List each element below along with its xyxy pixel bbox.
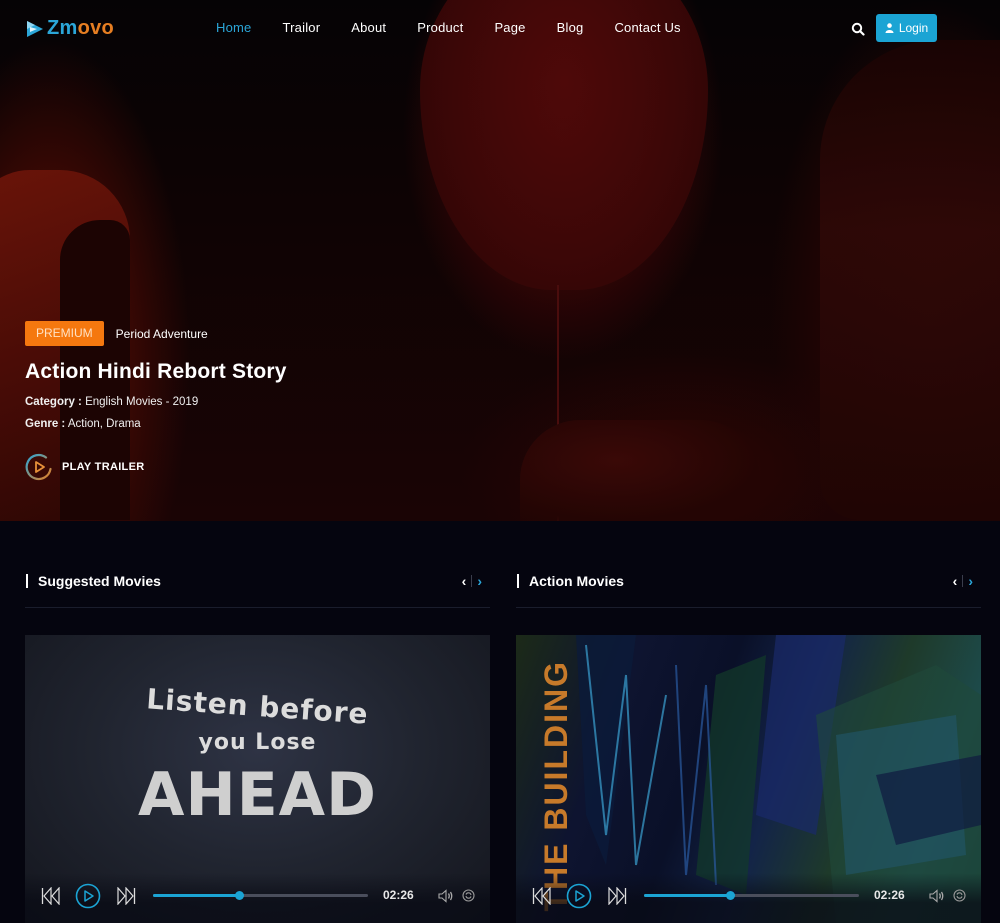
genre-value: Action, Drama	[67, 418, 141, 430]
logo[interactable]: Zmovo	[25, 17, 114, 40]
time-display: 02:26	[874, 888, 905, 902]
time-display: 02:26	[383, 888, 414, 902]
player-controls: 02:26	[516, 873, 981, 923]
thumbnail-text-line: you Lose	[198, 730, 317, 755]
play-trailer-label: PLAY TRAILER	[62, 461, 145, 473]
suggested-movies-section: Suggested Movies ‹ › Listen before you L…	[25, 560, 490, 923]
nav-page[interactable]: Page	[494, 20, 525, 35]
progress-bar[interactable]	[153, 891, 368, 900]
hero-face-image	[820, 40, 1000, 520]
video-player[interactable]: THE BUILDING 02:26	[516, 635, 981, 923]
play-logo-icon	[27, 20, 43, 37]
chevron-right-icon[interactable]: ›	[968, 573, 973, 589]
carousel-arrows: ‹ ›	[462, 573, 482, 589]
play-icon[interactable]	[75, 883, 101, 909]
arrow-divider	[471, 575, 473, 587]
hero-genre: Genre : Action, Drama	[25, 418, 287, 430]
login-label: Login	[898, 21, 929, 35]
nav-contact-us[interactable]: Contact Us	[614, 20, 680, 35]
play-icon[interactable]	[566, 883, 592, 909]
nav-product[interactable]: Product	[417, 20, 463, 35]
thumbnail-text-line: AHEAD	[138, 760, 377, 830]
site-header: Zmovo Home Trailor About Product Page Bl…	[0, 0, 1000, 58]
nav-trailor[interactable]: Trailor	[282, 20, 320, 35]
progress-fill	[153, 894, 239, 897]
section-header: Suggested Movies ‹ ›	[25, 560, 490, 608]
volume-icon[interactable]	[929, 889, 945, 903]
player-controls: 02:26	[25, 873, 490, 923]
settings-icon[interactable]	[462, 889, 475, 902]
logo-text-part2: ovo	[77, 17, 115, 39]
user-icon	[885, 23, 894, 33]
hero-content: PREMIUM Period Adventure Action Hindi Re…	[25, 321, 287, 481]
hero-category: Category : English Movies - 2019	[25, 396, 287, 408]
chevron-left-icon[interactable]: ‹	[462, 573, 467, 589]
nav-about[interactable]: About	[351, 20, 386, 35]
skip-forward-icon[interactable]	[607, 887, 627, 905]
play-trailer-button[interactable]: PLAY TRAILER	[25, 453, 287, 481]
main-nav: Home Trailor About Product Page Blog Con…	[216, 20, 712, 35]
nav-home[interactable]: Home	[216, 20, 251, 35]
skip-back-icon[interactable]	[532, 887, 552, 905]
settings-icon[interactable]	[953, 889, 966, 902]
hero-hand-image	[520, 420, 760, 521]
nav-blog[interactable]: Blog	[557, 20, 584, 35]
logo-text-part1: Zm	[47, 17, 78, 39]
progress-handle[interactable]	[726, 891, 735, 900]
skip-back-icon[interactable]	[41, 887, 61, 905]
progress-bar[interactable]	[644, 891, 859, 900]
volume-icon[interactable]	[438, 889, 454, 903]
search-icon[interactable]	[851, 22, 865, 36]
progress-fill	[644, 894, 730, 897]
section-title: Action Movies	[529, 573, 624, 589]
video-player[interactable]: Listen before you Lose AHEAD 02:26	[25, 635, 490, 923]
chevron-right-icon[interactable]: ›	[477, 573, 482, 589]
category-label: Category :	[25, 396, 82, 408]
section-header: Action Movies ‹ ›	[516, 560, 981, 608]
action-movies-section: Action Movies ‹ › THE BUILDING 02:26	[516, 560, 981, 923]
genre-tag: Period Adventure	[115, 326, 208, 341]
play-circle-icon	[25, 453, 52, 481]
section-title-bar	[517, 574, 519, 588]
category-value: English Movies - 2019	[85, 396, 199, 408]
hero-badge-row: PREMIUM Period Adventure	[25, 321, 287, 346]
premium-badge: PREMIUM	[25, 321, 104, 346]
section-title-bar	[26, 574, 28, 588]
hero-title: Action Hindi Rebort Story	[25, 360, 287, 383]
section-title: Suggested Movies	[38, 573, 161, 589]
logo-text: Zmovo	[47, 17, 114, 40]
skip-forward-icon[interactable]	[116, 887, 136, 905]
chevron-left-icon[interactable]: ‹	[953, 573, 958, 589]
login-button[interactable]: Login	[876, 14, 937, 42]
arrow-divider	[962, 575, 964, 587]
progress-handle[interactable]	[235, 891, 244, 900]
genre-label: Genre :	[25, 418, 66, 430]
carousel-arrows: ‹ ›	[953, 573, 973, 589]
